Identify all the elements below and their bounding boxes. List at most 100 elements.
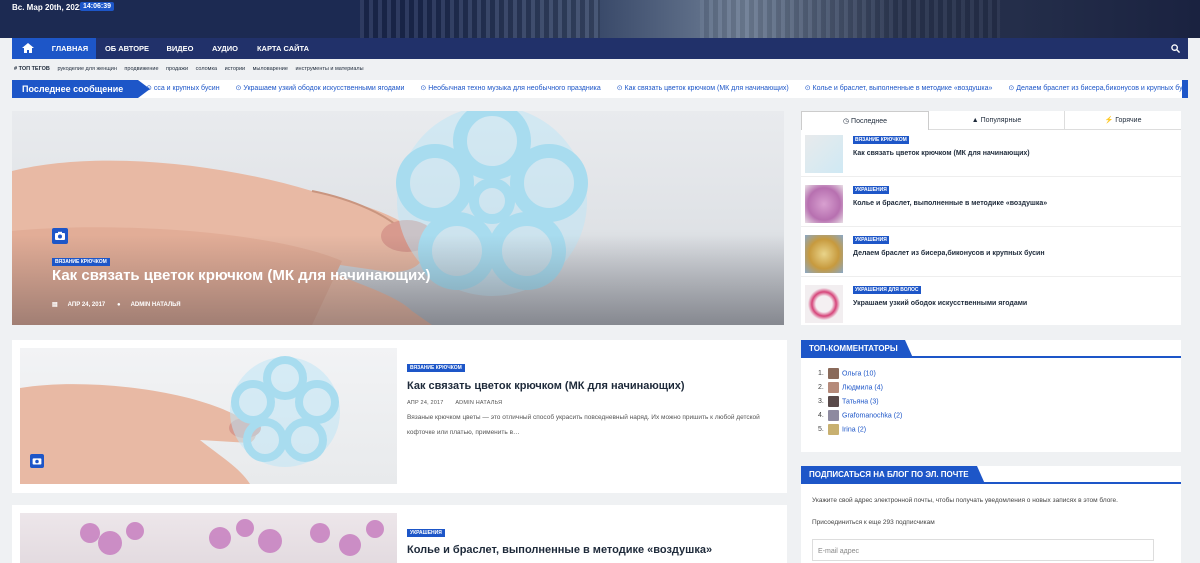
post-title[interactable]: Как связать цветок крючком (МК для начин…: [407, 380, 685, 392]
post-image-graphic: [80, 519, 384, 556]
sidebar-post-thumbnail[interactable]: [805, 185, 843, 223]
nav-item-audio[interactable]: АУДИО: [206, 38, 244, 59]
camera-icon: [30, 454, 44, 468]
bolt-icon: ⚡: [1104, 117, 1114, 124]
sidebar-post-category[interactable]: УКРАШЕНИЯ ДЛЯ ВОЛОС: [853, 286, 921, 294]
sidebar-post-item[interactable]: УКРАШЕНИЯ Делаем браслет из бисера,бикон…: [801, 231, 1181, 277]
calendar-icon: ▤: [52, 302, 58, 308]
commenter-item[interactable]: 3. Татьяна (3): [818, 396, 879, 407]
tag-link[interactable]: мыловарение: [253, 66, 288, 72]
post-date: АПР 24, 2017: [407, 400, 444, 406]
tab-popular[interactable]: ▲ Популярные: [929, 111, 1064, 130]
user-icon: ●: [116, 302, 121, 308]
sidebar-post-title[interactable]: Как связать цветок крючком (МК для начин…: [853, 150, 1030, 157]
subscribe-widget: ПОДПИСАТЬСЯ НА БЛОГ ПО ЭЛ. ПОЧТЕ Укажите…: [801, 466, 1181, 563]
widget-title: ТОП-КОММЕНТАТОРЫ: [801, 340, 913, 358]
nav-item-about[interactable]: ОБ АВТОРЕ: [98, 38, 156, 59]
tag-link[interactable]: продвижение: [124, 66, 158, 72]
avatar: [828, 396, 839, 407]
commenter-item[interactable]: 2. Людмила (4): [818, 382, 883, 393]
header-background-image-right: [700, 0, 1000, 38]
sidebar-post-category[interactable]: УКРАШЕНИЯ: [853, 186, 889, 194]
ticker-edge: [1182, 80, 1188, 98]
tag-link[interactable]: продажи: [166, 66, 188, 72]
email-input[interactable]: E-mail адрес: [812, 539, 1154, 561]
sidebar-post-item[interactable]: УКРАШЕНИЯ ДЛЯ ВОЛОС Украшаем узкий ободо…: [801, 281, 1181, 327]
header-background-image: [360, 0, 600, 38]
hero-title[interactable]: Как связать цветок крючком (МК для начин…: [52, 267, 431, 284]
tags-label: # ТОП ТЕГОВ: [14, 66, 50, 72]
ticker-items: сса и крупных бусин Украшаем узкий ободо…: [146, 80, 1188, 98]
post-title[interactable]: Колье и браслет, выполненные в методике …: [407, 544, 712, 556]
post-card: УКРАШЕНИЯ Колье и браслет, выполненные в…: [12, 505, 787, 563]
post-image-graphic: [20, 356, 340, 484]
widget-header: ТОП-КОММЕНТАТОРЫ: [801, 340, 1181, 358]
sidebar-post-thumbnail[interactable]: [805, 135, 843, 173]
tag-link[interactable]: рукоделие для женщин: [57, 66, 116, 72]
avatar: [828, 382, 839, 393]
post-category-badge[interactable]: УКРАШЕНИЯ: [407, 529, 445, 537]
avatar: [828, 410, 839, 421]
sidebar-post-title[interactable]: Украшаем узкий ободок искусственными яго…: [853, 300, 1027, 307]
avatar: [828, 424, 839, 435]
fire-icon: ▲: [971, 117, 979, 124]
hero-category-badge[interactable]: ВЯЗАНИЕ КРЮЧКОМ: [52, 258, 110, 266]
clock-icon: ◷: [842, 118, 850, 125]
sidebar-post-thumbnail[interactable]: [805, 235, 843, 273]
sidebar-post-title[interactable]: Делаем браслет из бисера,биконусов и кру…: [853, 250, 1045, 257]
tag-link[interactable]: инструменты и материалы: [295, 66, 363, 72]
sidebar-post-thumbnail[interactable]: [805, 285, 843, 323]
top-tags: # ТОП ТЕГОВ рукоделие для женщин продвиж…: [14, 66, 370, 72]
tab-bar: ◷ Последнее ▲ Популярные ⚡ Горячие: [801, 111, 1181, 130]
news-ticker: Последнее сообщение сса и крупных бусин …: [12, 80, 1188, 98]
avatar: [828, 368, 839, 379]
sidebar-post-item[interactable]: УКРАШЕНИЯ Колье и браслет, выполненные в…: [801, 181, 1181, 227]
post-image[interactable]: [20, 513, 397, 563]
post-card: ВЯЗАНИЕ КРЮЧКОМ Как связать цветок крючк…: [12, 340, 787, 493]
featured-post[interactable]: ВЯЗАНИЕ КРЮЧКОМ Как связать цветок крючк…: [12, 111, 784, 325]
ticker-label: Последнее сообщение: [12, 80, 150, 98]
post-category-badge[interactable]: ВЯЗАНИЕ КРЮЧКОМ: [407, 364, 465, 372]
sidebar-post-item[interactable]: ВЯЗАНИЕ КРЮЧКОМ Как связать цветок крючк…: [801, 131, 1181, 177]
current-time: 14:06:39: [80, 2, 115, 11]
post-excerpt: Вязаные крючком цветы — это отличный спо…: [407, 414, 760, 436]
home-icon: [22, 43, 34, 53]
main-navigation: ГЛАВНАЯ ОБ АВТОРЕ ВИДЕО АУДИО КАРТА САЙТ…: [12, 38, 1188, 59]
sidebar-post-category[interactable]: ВЯЗАНИЕ КРЮЧКОМ: [853, 136, 909, 144]
tag-link[interactable]: истории: [225, 66, 246, 72]
post-image[interactable]: [20, 348, 397, 484]
ticker-item[interactable]: Делаем браслет из бисера,биконусов и кру…: [1008, 85, 1182, 92]
current-date: Вс. Мар 20th, 2022: [12, 3, 84, 12]
sidebar-tabs-widget: ◷ Последнее ▲ Популярные ⚡ Горячие ВЯЗАН…: [801, 111, 1181, 325]
home-button[interactable]: [12, 38, 44, 59]
top-bar: Вс. Мар 20th, 2022 14:06:39: [0, 0, 1200, 38]
widget-title: ПОДПИСАТЬСЯ НА БЛОГ ПО ЭЛ. ПОЧТЕ: [801, 466, 985, 484]
ticker-item[interactable]: Необычная техно музыка для необычного пр…: [420, 85, 600, 92]
commenter-item[interactable]: 4. Grafomanochka (2): [818, 410, 902, 421]
subscriber-count: Присоединиться к еще 293 подписчикам: [812, 519, 935, 526]
post-author[interactable]: ADMIN НАТАЛЬЯ: [455, 400, 502, 406]
hero-author[interactable]: ADMIN НАТАЛЬЯ: [131, 302, 181, 308]
tab-hot[interactable]: ⚡ Горячие: [1064, 111, 1181, 130]
commenter-item[interactable]: 1. Ольга (10): [818, 368, 876, 379]
search-icon[interactable]: [1171, 44, 1180, 53]
post-meta: АПР 24, 2017 ADMIN НАТАЛЬЯ: [407, 400, 512, 406]
ticker-item[interactable]: Украшаем узкий ободок искусственными яго…: [236, 85, 405, 92]
ticker-item[interactable]: Как связать цветок крючком (МК для начин…: [617, 85, 789, 92]
sidebar-post-title[interactable]: Колье и браслет, выполненные в методике …: [853, 200, 1047, 207]
widget-header: ПОДПИСАТЬСЯ НА БЛОГ ПО ЭЛ. ПОЧТЕ: [801, 466, 1181, 484]
nav-item-video[interactable]: ВИДЕО: [160, 38, 200, 59]
ticker-item[interactable]: Колье и браслет, выполненные в методике …: [805, 85, 993, 92]
sidebar-post-category[interactable]: УКРАШЕНИЯ: [853, 236, 889, 244]
tag-link[interactable]: соломка: [196, 66, 217, 72]
nav-item-sitemap[interactable]: КАРТА САЙТА: [250, 38, 316, 59]
camera-icon: [52, 228, 68, 244]
hero-meta: ▤ АПР 24, 2017 ● ADMIN НАТАЛЬЯ: [52, 301, 191, 308]
ticker-item[interactable]: сса и крупных бусин: [146, 85, 220, 92]
tab-latest[interactable]: ◷ Последнее: [801, 111, 929, 130]
commenter-item[interactable]: 5. Irina (2): [818, 424, 866, 435]
subscribe-description: Укажите свой адрес электронной почты, чт…: [812, 497, 1118, 504]
top-commenters-widget: ТОП-КОММЕНТАТОРЫ 1. Ольга (10) 2. Людмила …: [801, 340, 1181, 452]
hero-date: АПР 24, 2017: [67, 302, 106, 308]
nav-item-home[interactable]: ГЛАВНАЯ: [44, 38, 96, 59]
